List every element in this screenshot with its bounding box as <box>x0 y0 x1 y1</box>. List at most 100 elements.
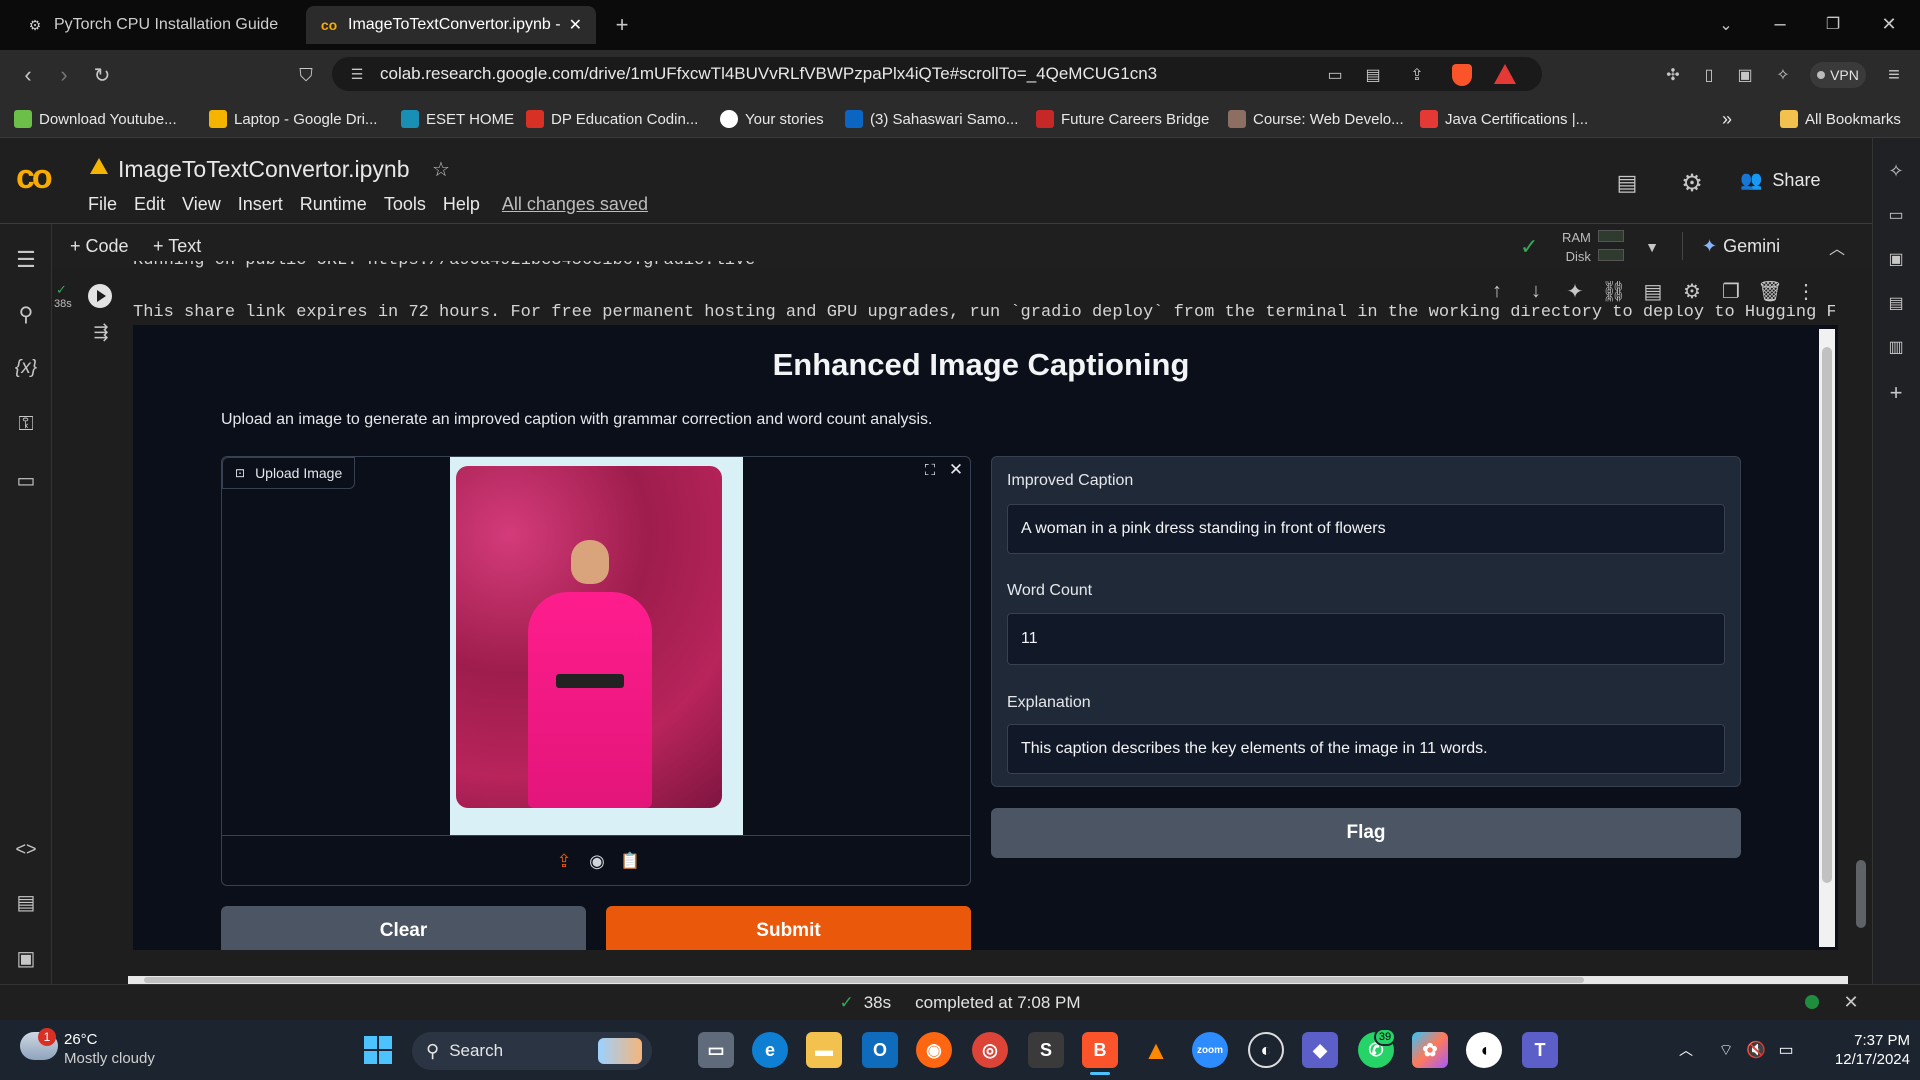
output-options-icon[interactable]: ⇶ <box>88 320 114 344</box>
run-cell-button[interactable] <box>88 284 112 308</box>
all-bookmarks-folder[interactable]: All Bookmarks <box>1780 108 1901 130</box>
menu-insert[interactable]: Insert <box>238 194 283 215</box>
clock[interactable]: 7:37 PM 12/17/2024 <box>1810 1031 1910 1069</box>
variables-icon[interactable]: {x} <box>8 354 44 382</box>
reader-icon[interactable]: ▤ <box>1360 62 1386 88</box>
sidebar-icon[interactable]: ▯ <box>1696 62 1722 88</box>
wallet-icon[interactable]: ▣ <box>1732 62 1758 88</box>
cell-settings-icon[interactable]: ⚙ <box>1679 279 1705 304</box>
add-panel-icon[interactable]: + <box>1882 380 1910 406</box>
word-count-output[interactable]: 11 <box>1007 613 1725 665</box>
files-folder-icon[interactable]: ▭ <box>12 466 40 494</box>
site-info-icon[interactable]: ☰ <box>346 63 368 85</box>
back-icon[interactable]: ‹ <box>14 62 42 88</box>
vlc-icon[interactable]: ▲ <box>1138 1032 1174 1068</box>
flag-button[interactable]: Flag <box>991 808 1741 858</box>
link-icon[interactable]: ⛓ <box>1601 279 1627 304</box>
key-icon[interactable]: ⚿ <box>12 410 40 438</box>
bookmark-item[interactable]: (3) Sahaswari Samo... <box>845 108 1018 130</box>
close-status-icon[interactable]: ✕ <box>1838 990 1864 1014</box>
horizontal-scrollbar[interactable] <box>128 976 1848 984</box>
close-tab-icon[interactable]: ✕ <box>569 15 582 35</box>
copilot-icon[interactable]: ✿ <box>1412 1032 1448 1068</box>
menu-help[interactable]: Help <box>443 194 480 215</box>
zoom-icon[interactable]: zoom <box>1192 1032 1228 1068</box>
battery-icon[interactable]: ▭ <box>1774 1038 1798 1062</box>
chrome-icon[interactable]: ◎ <box>972 1032 1008 1068</box>
status-completed[interactable]: completed at 7:08 PM <box>915 993 1080 1013</box>
gemini-cell-icon[interactable]: ✦ <box>1562 279 1588 304</box>
mirror-cell-icon[interactable]: ❐ <box>1718 279 1744 304</box>
menu-icon[interactable]: ≡ <box>1880 62 1908 88</box>
collapse-header-icon[interactable]: ︿ <box>1824 234 1850 260</box>
command-palette-icon[interactable]: ▤ <box>12 888 40 916</box>
clipboard-icon[interactable]: 📋 <box>618 849 642 873</box>
image-upload-panel[interactable]: ⊡ Upload Image ⛶ ✕ ⇪ ◉ 📋 <box>221 456 971 886</box>
submit-button[interactable]: Submit <box>606 906 971 950</box>
delete-icon[interactable]: 🗑 <box>1757 279 1783 304</box>
menu-runtime[interactable]: Runtime <box>300 194 367 215</box>
clear-button[interactable]: Clear <box>221 906 586 950</box>
brave-taskbar-icon[interactable]: B <box>1082 1032 1118 1068</box>
terminal-icon[interactable]: ▣ <box>12 944 40 972</box>
teams-icon[interactable]: T <box>1522 1032 1558 1068</box>
colab-logo-icon[interactable]: co <box>16 158 53 197</box>
brave-rewards-icon[interactable] <box>1494 64 1516 84</box>
webcam-icon[interactable]: ◉ <box>585 849 609 873</box>
more-bookmarks-icon[interactable]: » <box>1722 108 1732 130</box>
outlook-icon[interactable]: O <box>862 1032 898 1068</box>
brave-shield-icon[interactable] <box>1452 64 1472 86</box>
fullscreen-icon[interactable]: ⛶ <box>919 459 941 481</box>
notebook-scrollbar-thumb[interactable] <box>1856 860 1866 928</box>
clear-image-icon[interactable]: ✕ <box>945 459 967 481</box>
output-scrollbar-thumb[interactable] <box>1822 347 1832 883</box>
menu-edit[interactable]: Edit <box>134 194 165 215</box>
restore-icon[interactable]: ❐ <box>1818 12 1848 36</box>
volume-muted-icon[interactable]: 🔇 <box>1744 1038 1768 1062</box>
add-code-button[interactable]: + Code <box>70 236 129 257</box>
output-scrollbar[interactable] <box>1819 329 1835 947</box>
upload-icon[interactable]: ⇪ <box>552 849 576 873</box>
bookmark-item[interactable]: ESET HOME <box>401 108 514 130</box>
reading-list-icon[interactable]: ▭ <box>1882 202 1910 228</box>
obs-icon[interactable]: ◐ <box>1248 1032 1284 1068</box>
wallet-sidebar-icon[interactable]: ▣ <box>1882 246 1910 272</box>
more-options-icon[interactable]: ⋮ <box>1796 279 1816 304</box>
move-down-icon[interactable]: ↓ <box>1523 280 1549 303</box>
gemini-button[interactable]: ✦ Gemini <box>1702 236 1780 257</box>
star-icon[interactable]: ☆ <box>428 156 454 182</box>
caption-output[interactable]: A woman in a pink dress standing in fron… <box>1007 504 1725 554</box>
extensions-icon[interactable]: ✣ <box>1660 62 1686 88</box>
firefox-icon[interactable]: ◉ <box>916 1032 952 1068</box>
bookmark-item[interactable]: Future Careers Bridge <box>1036 108 1209 130</box>
minimize-icon[interactable]: – <box>1765 12 1795 36</box>
reload-icon[interactable]: ↻ <box>88 62 116 88</box>
comments-icon[interactable]: ▤ <box>1612 168 1642 198</box>
bookmark-item[interactable]: Download Youtube... <box>14 108 177 130</box>
wifi-icon[interactable]: ⌔ <box>1714 1038 1738 1062</box>
bookmark-item[interactable]: Laptop - Google Dri... <box>209 108 377 130</box>
history-icon[interactable]: ▥ <box>1882 334 1910 360</box>
saved-status[interactable]: All changes saved <box>502 194 648 215</box>
bookmarks-sidebar-icon[interactable]: ▤ <box>1882 290 1910 316</box>
share-page-icon[interactable]: ⇪ <box>1404 62 1430 88</box>
settings-icon[interactable]: ⚙ <box>1677 168 1707 198</box>
file-explorer-icon[interactable]: ▬ <box>806 1032 842 1068</box>
toc-icon[interactable]: ☰ <box>12 246 40 274</box>
bookmark-item[interactable]: Your stories <box>720 108 824 130</box>
menu-file[interactable]: File <box>88 194 117 215</box>
bookmark-item[interactable]: Course: Web Develo... <box>1228 108 1404 130</box>
add-text-button[interactable]: + Text <box>153 236 201 257</box>
vpn-button[interactable]: VPN <box>1810 62 1866 88</box>
runtime-dropdown-icon[interactable]: ▼ <box>1640 236 1664 258</box>
notebook-title[interactable]: ImageToTextConvertor.ipynb <box>118 156 410 183</box>
menu-view[interactable]: View <box>182 194 221 215</box>
cast-icon[interactable]: ▭ <box>1322 62 1348 88</box>
app-s-icon[interactable]: S <box>1028 1032 1064 1068</box>
taskbar-search[interactable]: ⚲ Search <box>412 1032 652 1070</box>
visual-studio-icon[interactable]: ◆ <box>1302 1032 1338 1068</box>
bookmark-item[interactable]: DP Education Codin... <box>526 108 698 130</box>
forward-icon[interactable]: › <box>50 62 78 88</box>
close-window-icon[interactable]: ✕ <box>1874 12 1904 36</box>
explanation-output[interactable]: This caption describes the key elements … <box>1007 724 1725 774</box>
